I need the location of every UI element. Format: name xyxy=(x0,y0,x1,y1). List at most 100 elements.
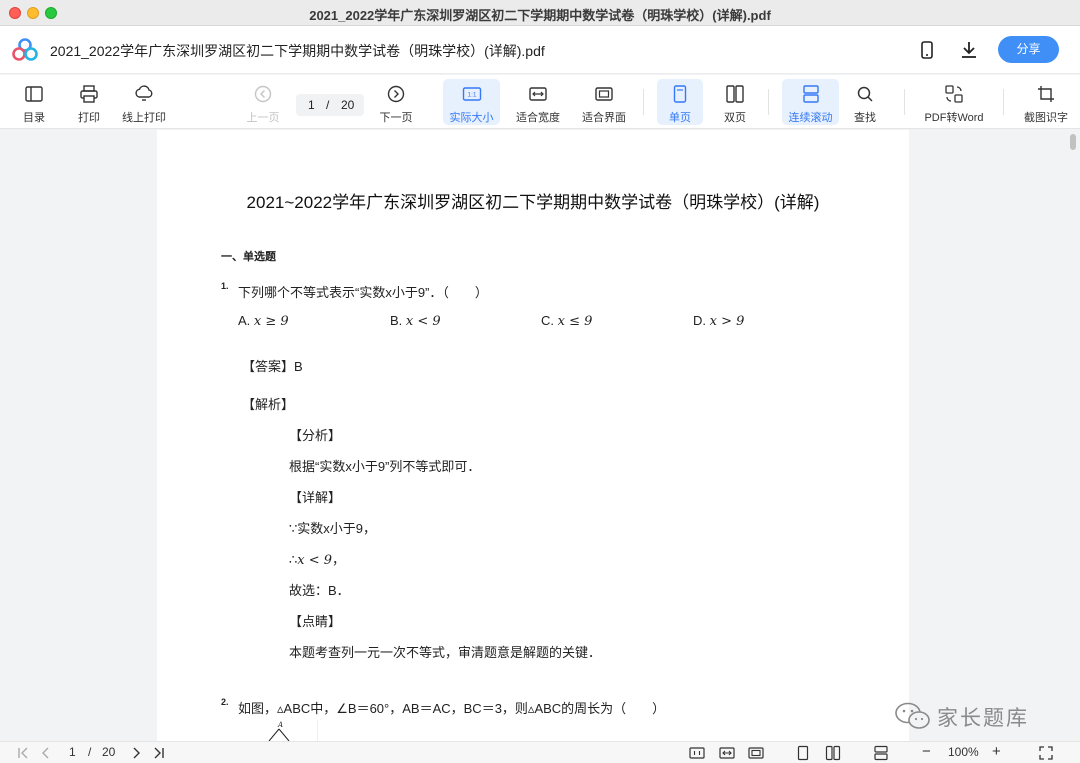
option-math: x ≥ 9 xyxy=(253,314,289,329)
option-math: x ≤ 9 xyxy=(557,314,593,329)
continuous-scroll-label: 连续滚动 xyxy=(788,112,833,124)
status-page-separator: / xyxy=(88,745,92,759)
actual-size-small-icon[interactable] xyxy=(689,745,705,761)
fit-page-button[interactable]: 适合界面 xyxy=(578,79,630,125)
double-page-button[interactable]: 双页 xyxy=(712,79,758,125)
fit-width-button[interactable]: 适合宽度 xyxy=(512,79,564,125)
fenxi-text: 根据“实数x小于9”列不等式即可． xyxy=(289,459,481,474)
fit-width-label: 适合宽度 xyxy=(516,112,560,124)
printer-icon xyxy=(80,85,98,103)
document-title: 2021_2022学年广东深圳罗湖区初二下学期期中数学试卷（明珠学校）(详解).… xyxy=(50,43,545,59)
next-page-label: 下一页 xyxy=(379,112,413,124)
page-total: 20 xyxy=(341,98,355,112)
question-number: 2. xyxy=(221,697,229,707)
toc-button[interactable]: 目录 xyxy=(14,79,54,125)
toolbar-divider xyxy=(643,89,644,115)
table-of-contents-icon xyxy=(25,86,43,102)
toolbar-divider xyxy=(1003,89,1004,115)
question-number: 1. xyxy=(221,281,229,291)
continuous-scroll-small-icon[interactable] xyxy=(873,745,889,761)
actual-size-button[interactable]: 1:1 实际大小 xyxy=(443,79,500,125)
detail-line-3: 故选：B． xyxy=(289,583,350,598)
continuous-scroll-button[interactable]: 连续滚动 xyxy=(782,79,839,125)
zoom-out-button[interactable]: − xyxy=(922,743,931,760)
option-math: x < 9 xyxy=(405,314,441,329)
single-page-button[interactable]: 单页 xyxy=(657,79,703,125)
fit-page-label: 适合界面 xyxy=(582,112,626,124)
remark-text: 本题考查列一元一次不等式，审清题意是解题的关键． xyxy=(289,645,602,660)
first-page-icon[interactable] xyxy=(15,745,31,761)
search-icon xyxy=(857,86,873,102)
prev-page-icon[interactable] xyxy=(38,745,54,761)
punctuation: ， xyxy=(332,552,346,567)
triangle-figure: A xyxy=(268,721,290,741)
next-page-button[interactable]: 下一页 xyxy=(376,79,416,125)
question-stem: 如图，▵ABC中，∠B＝60°，AB＝AC，BC＝3，则▵ABC的周长为（ ） xyxy=(238,701,666,716)
section-heading: 一、单选题 xyxy=(221,251,276,263)
share-button[interactable]: 分享 xyxy=(998,36,1059,63)
chevron-left-circle-icon xyxy=(254,85,272,103)
page-separator: / xyxy=(326,98,330,112)
print-button[interactable]: 打印 xyxy=(69,79,109,125)
prev-page-button[interactable]: 上一页 xyxy=(243,79,283,125)
page-heading: 2021~2022学年广东深圳罗湖区初二下学期期中数学试卷（明珠学校）(详解) xyxy=(246,193,820,212)
mobile-device-icon[interactable] xyxy=(915,38,939,62)
status-page-total: 20 xyxy=(102,745,116,759)
watermark-text: 家长题库 xyxy=(937,707,1029,730)
screenshot-ocr-button[interactable]: 截图识字 xyxy=(1018,79,1074,125)
detail-heading: 【详解】 xyxy=(289,490,342,505)
next-page-icon[interactable] xyxy=(128,745,144,761)
pdf-page: 2021~2022学年广东深圳罗湖区初二下学期期中数学试卷（明珠学校）(详解) … xyxy=(157,130,909,741)
wechat-icon xyxy=(895,702,930,729)
option-letter: C. xyxy=(541,313,554,328)
pdf-to-word-button[interactable]: PDF转Word xyxy=(918,79,990,125)
actual-size-label: 实际大小 xyxy=(449,112,494,124)
toolbar: 目录 打印 线上打印 上一页 1 / 20 下一页 1:1 实际大小 适合宽度 … xyxy=(0,75,1080,129)
double-page-small-icon[interactable] xyxy=(825,745,841,761)
fit-width-icon xyxy=(529,87,547,101)
cloud-print-icon xyxy=(135,85,153,101)
window-title: 2021_2022学年广东深圳罗湖区初二下学期期中数学试卷（明珠学校）(详解).… xyxy=(309,8,771,23)
last-page-icon[interactable] xyxy=(151,745,167,761)
analysis-heading: 【解析】 xyxy=(242,397,295,412)
app-header: 2021_2022学年广东深圳罗湖区初二下学期期中数学试卷（明珠学校）(详解).… xyxy=(0,26,1080,74)
question-stem: 下列哪个不等式表示“实数x小于9”．（ ） xyxy=(238,285,488,300)
single-page-icon xyxy=(673,85,687,103)
document-viewer[interactable]: 2021~2022学年广东深圳罗湖区初二下学期期中数学试卷（明珠学校）(详解) … xyxy=(0,130,1080,741)
screenshot-ocr-label: 截图识字 xyxy=(1024,112,1068,124)
option-letter: A. xyxy=(238,313,251,328)
actual-size-icon: 1:1 xyxy=(462,87,481,101)
actual-size-badge: 1:1 xyxy=(467,92,476,99)
status-bar: 1 / 20 − 100% + xyxy=(0,741,1080,763)
crop-text-icon xyxy=(1038,86,1054,102)
option-math: x > 9 xyxy=(709,314,745,329)
option-letter: B. xyxy=(390,313,403,328)
zoom-in-button[interactable]: + xyxy=(992,743,1001,760)
print-label: 打印 xyxy=(78,112,100,124)
continuous-scroll-icon xyxy=(802,85,819,103)
double-page-label: 双页 xyxy=(724,112,746,124)
detail-line-1: ∵实数x小于9， xyxy=(289,521,377,536)
fit-width-small-icon[interactable] xyxy=(719,745,735,761)
toolbar-divider xyxy=(904,89,905,115)
status-page-current[interactable]: 1 xyxy=(69,745,76,759)
answer-line: 【答案】B xyxy=(242,359,303,374)
fit-page-small-icon[interactable] xyxy=(748,745,764,761)
vertical-scrollbar[interactable] xyxy=(1070,134,1076,150)
remark-heading: 【点睛】 xyxy=(289,614,342,629)
single-page-small-icon[interactable] xyxy=(795,745,811,761)
page-number-input[interactable]: 1 / 20 xyxy=(296,94,364,116)
double-page-icon xyxy=(726,85,744,103)
option-letter: D. xyxy=(693,313,706,328)
window-titlebar: 2021_2022学年广东深圳罗湖区初二下学期期中数学试卷（明珠学校）(详解).… xyxy=(0,0,1080,26)
online-print-button[interactable]: 线上打印 xyxy=(118,79,170,125)
zoom-level[interactable]: 100% xyxy=(948,745,979,759)
fullscreen-icon[interactable] xyxy=(1038,745,1054,761)
chevron-right-circle-icon xyxy=(387,85,405,103)
download-icon[interactable] xyxy=(957,38,981,62)
option-d: D. x > 9 xyxy=(693,313,744,329)
search-button[interactable]: 查找 xyxy=(845,79,885,125)
fenxi-heading: 【分析】 xyxy=(289,428,342,443)
page-guide-line xyxy=(317,720,318,741)
prev-page-label: 上一页 xyxy=(246,112,280,124)
